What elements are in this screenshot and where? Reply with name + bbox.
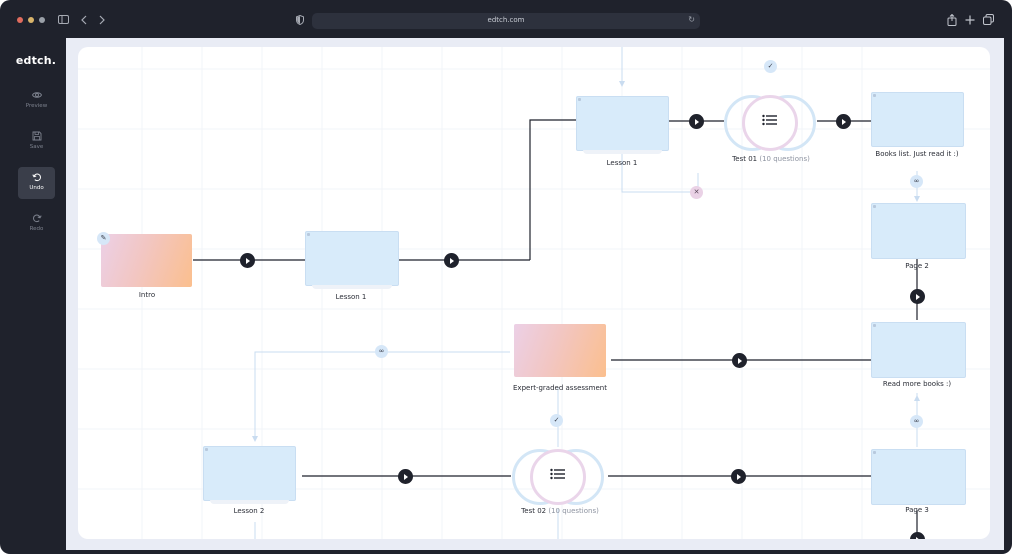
list-icon (550, 468, 565, 480)
node-corner (205, 448, 208, 451)
lesson-1-label: Lesson 1 (335, 293, 367, 301)
url-text: edtch.com (487, 16, 525, 24)
forward-icon[interactable] (99, 15, 105, 25)
address-bar[interactable]: edtch.com ↻ (312, 13, 700, 29)
share-icon[interactable] (947, 14, 957, 26)
test-02-title: Test 02 (521, 507, 547, 515)
lesson-1-node[interactable] (305, 231, 399, 289)
play-connector-button[interactable] (398, 469, 413, 484)
play-connector-button[interactable] (689, 114, 704, 129)
sidebar-toggle-icon[interactable] (58, 15, 69, 24)
close-window-button[interactable] (17, 17, 23, 23)
link-icon[interactable]: ∞ (910, 415, 923, 428)
page-3-node[interactable] (871, 449, 966, 505)
redo-button[interactable]: Redo (18, 208, 55, 240)
test-02-label: Test 02 (10 questions) (521, 507, 599, 515)
course-flow-canvas[interactable]: ✎ Intro Lesson 1 Lesson 1 Test 01 (10 qu… (78, 47, 990, 539)
intro-node[interactable] (101, 234, 192, 287)
browser-toolbar: edtch.com ↻ (0, 0, 1012, 38)
new-tab-icon[interactable] (965, 15, 975, 25)
shield-icon (296, 15, 304, 25)
save-button[interactable]: Save (18, 126, 55, 158)
node-corner (578, 98, 581, 101)
page-2-node[interactable] (871, 203, 966, 259)
node-stack-shadow (210, 500, 289, 504)
check-icon[interactable]: ✓ (550, 414, 563, 427)
redo-icon (32, 214, 42, 223)
undo-label: Undo (29, 185, 44, 191)
browser-window: edtch.com ↻ edtch. Preview Save Undo Red… (0, 0, 1012, 554)
test-01-detail: (10 questions) (759, 155, 810, 163)
expert-assessment-node[interactable] (514, 324, 606, 377)
undo-icon (31, 173, 41, 182)
books-list-node[interactable] (871, 92, 964, 147)
node-corner (873, 324, 876, 327)
app-sidebar: edtch. Preview Save Undo Redo (8, 38, 64, 550)
lesson-1-top-node[interactable] (576, 96, 669, 154)
read-more-node[interactable] (871, 322, 966, 378)
save-icon (32, 131, 41, 141)
brand-logo: edtch. (15, 54, 57, 67)
test-02-node[interactable] (512, 448, 604, 505)
node-stack-shadow (312, 285, 392, 289)
preview-button[interactable]: Preview (18, 85, 55, 117)
reload-icon[interactable]: ↻ (688, 15, 695, 24)
lesson-2-node[interactable] (203, 446, 296, 504)
play-connector-button[interactable] (836, 114, 851, 129)
cross-icon[interactable]: ✕ (690, 186, 703, 199)
check-icon[interactable]: ✓ (764, 60, 777, 73)
chat-icon: ✎ (97, 232, 110, 245)
lesson-1-top-label: Lesson 1 (606, 159, 638, 167)
node-corner (873, 94, 876, 97)
redo-label: Redo (29, 226, 44, 232)
test-01-node[interactable] (724, 94, 816, 151)
intro-label: Intro (138, 291, 156, 299)
node-corner (307, 233, 310, 236)
node-corner (873, 451, 876, 454)
eye-icon (31, 92, 42, 98)
back-icon[interactable] (81, 15, 87, 25)
play-connector-button[interactable] (732, 353, 747, 368)
tabs-icon[interactable] (983, 14, 994, 25)
play-connector-button[interactable] (910, 289, 925, 304)
page-3-label: Page 3 (905, 506, 929, 514)
preview-label: Preview (25, 103, 48, 109)
page-2-label: Page 2 (905, 262, 929, 270)
play-connector-button[interactable] (731, 469, 746, 484)
maximize-window-button[interactable] (39, 17, 45, 23)
test-01-title: Test 01 (732, 155, 758, 163)
lesson-2-label: Lesson 2 (233, 507, 265, 515)
node-stack-shadow (583, 150, 662, 154)
play-connector-button[interactable] (444, 253, 459, 268)
node-corner (873, 205, 876, 208)
list-icon (762, 114, 777, 126)
test-02-detail: (10 questions) (548, 507, 599, 515)
read-more-label: Read more books :) (882, 380, 952, 388)
expert-assessment-label: Expert-graded assessment (513, 384, 607, 392)
test-01-label: Test 01 (10 questions) (732, 155, 810, 163)
minimize-window-button[interactable] (28, 17, 34, 23)
play-connector-button[interactable] (240, 253, 255, 268)
link-icon[interactable]: ∞ (910, 175, 923, 188)
books-list-label: Books list. Just read it :) (875, 150, 959, 158)
undo-button[interactable]: Undo (18, 167, 55, 199)
link-icon[interactable]: ∞ (375, 345, 388, 358)
save-label: Save (29, 144, 44, 150)
